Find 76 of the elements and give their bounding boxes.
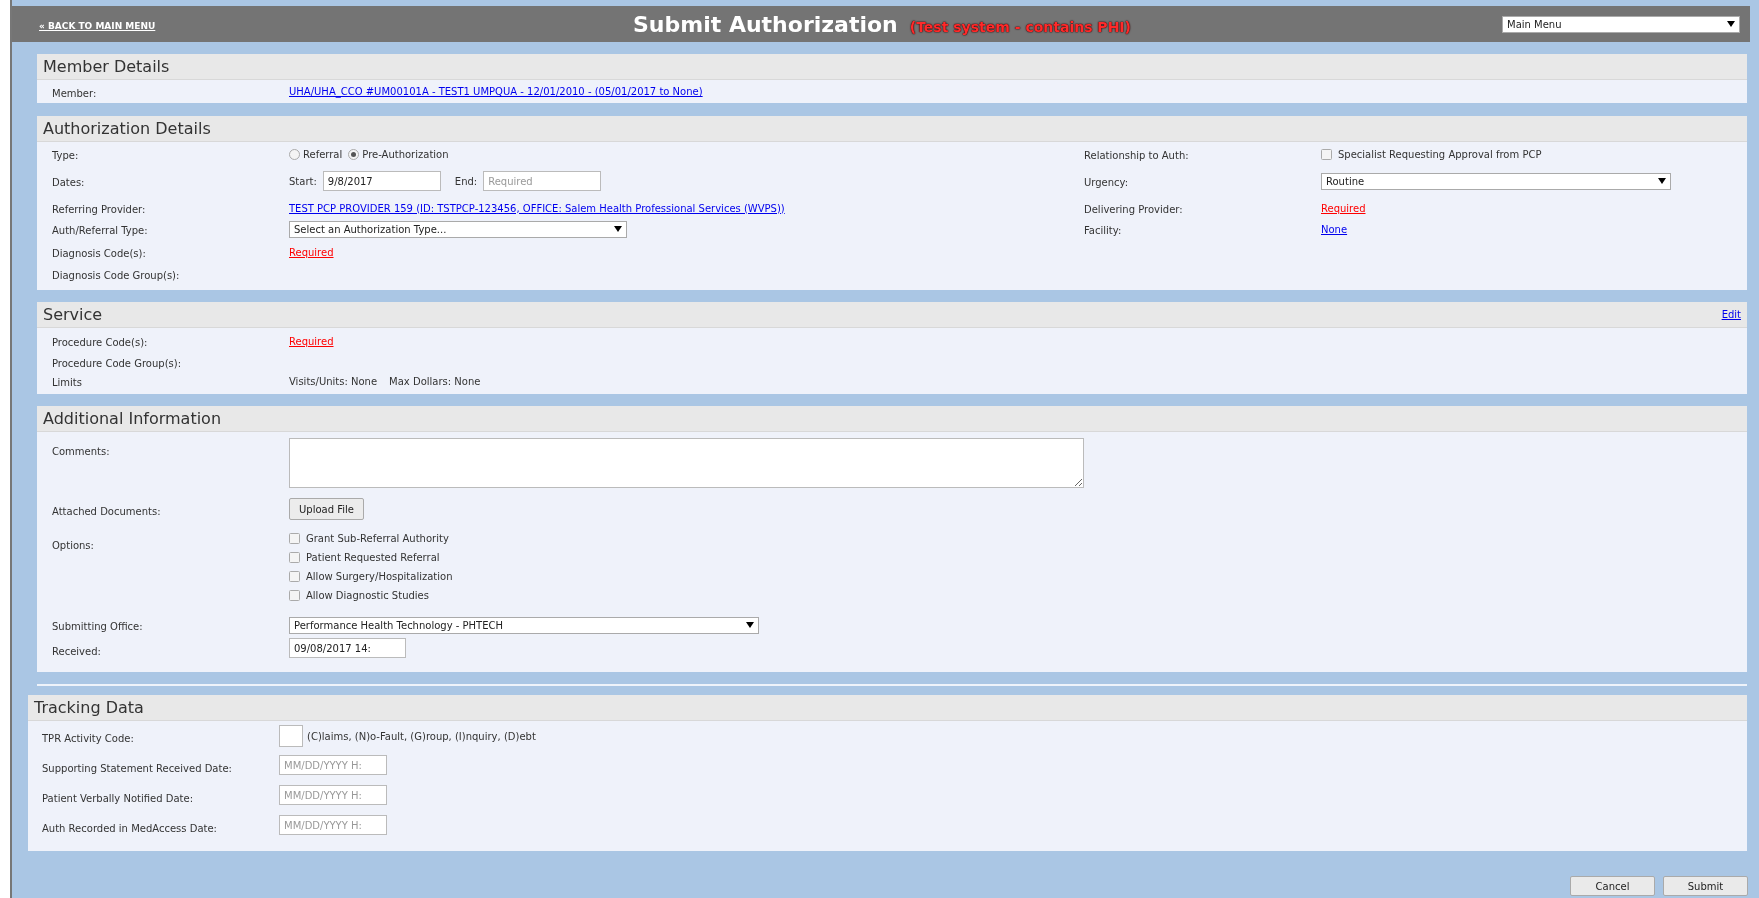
value-link[interactable]: None bbox=[1321, 221, 1348, 237]
field-label: Procedure Code Group(s): bbox=[52, 358, 182, 369]
checkbox-label: Specialist Requesting Approval from PCP bbox=[1338, 147, 1542, 162]
field-label: Delivering Provider: bbox=[1084, 204, 1183, 215]
radio-label: Pre-Authorization bbox=[362, 147, 449, 162]
required-link[interactable]: Required bbox=[1321, 200, 1366, 216]
radio-button[interactable] bbox=[348, 148, 360, 160]
caret-icon bbox=[746, 622, 754, 628]
field-label: Supporting Statement Received Date: bbox=[42, 763, 232, 774]
end-date-field[interactable]: Required bbox=[483, 171, 602, 191]
form-button[interactable]: Cancel bbox=[1570, 876, 1655, 896]
field-label: Options: bbox=[52, 540, 94, 551]
field-label: Diagnosis Code(s): bbox=[52, 248, 146, 259]
field-label: Auth Recorded in MedAccess Date: bbox=[42, 823, 217, 834]
comments-field[interactable] bbox=[289, 438, 1084, 488]
field-label: Dates: bbox=[52, 177, 85, 188]
required-link[interactable]: Required bbox=[289, 244, 334, 260]
checkbox-label: Patient Requested Referral bbox=[306, 551, 440, 565]
field-label: Facility: bbox=[1084, 225, 1122, 236]
radio-label: Referral bbox=[303, 147, 343, 162]
authorization-type-select[interactable]: Select an Authorization Type... bbox=[289, 220, 627, 238]
section-title: Member Details bbox=[43, 55, 170, 78]
checkbox[interactable] bbox=[289, 571, 300, 582]
submitting-office-select[interactable]: Performance Health Technology - PHTECH bbox=[289, 616, 759, 634]
field-label: Diagnosis Code Group(s): bbox=[52, 270, 180, 281]
checkbox-label: Allow Surgery/Hospitalization bbox=[306, 570, 453, 584]
value-link[interactable]: TEST PCP PROVIDER 159 (ID: TSTPCP-123456, OFFICE: Salem Health Professional Services (WVPS)) bbox=[289, 200, 785, 216]
form-button[interactable]: Submit bbox=[1663, 876, 1748, 896]
limit-text: Visits/Units: None bbox=[289, 374, 378, 389]
section-title: Additional Information bbox=[43, 407, 222, 430]
field-label: Referring Provider: bbox=[52, 204, 146, 215]
urgency-select[interactable]: Routine bbox=[1321, 172, 1671, 190]
date-field[interactable]: MM/DD/YYYY H: bbox=[279, 815, 387, 835]
field-label: Procedure Code(s): bbox=[52, 337, 148, 348]
received-date-field[interactable]: 09/08/2017 14: bbox=[289, 638, 406, 658]
field-label: TPR Activity Code: bbox=[42, 733, 134, 744]
activity-code-field[interactable] bbox=[279, 725, 303, 747]
checkbox-label: Allow Diagnostic Studies bbox=[306, 589, 429, 603]
field-label: Urgency: bbox=[1084, 177, 1129, 188]
main-menu-select[interactable]: Main Menu bbox=[1502, 15, 1740, 33]
date-field[interactable]: MM/DD/YYYY H: bbox=[279, 785, 387, 805]
field-label: Comments: bbox=[52, 446, 110, 457]
section-title: Authorization Details bbox=[43, 117, 211, 140]
page-title: Submit Authorization bbox=[633, 10, 898, 39]
section-title: Service bbox=[43, 303, 103, 326]
field-label: Limits bbox=[52, 377, 82, 388]
section-title: Tracking Data bbox=[34, 696, 144, 719]
field-label: Patient Verbally Notified Date: bbox=[42, 793, 193, 804]
date-field[interactable]: MM/DD/YYYY H: bbox=[279, 755, 387, 775]
checkbox[interactable] bbox=[289, 590, 300, 601]
checkbox[interactable] bbox=[289, 533, 300, 544]
caret-icon bbox=[1727, 21, 1735, 27]
field-label: End: bbox=[454, 174, 478, 189]
caret-icon bbox=[1658, 178, 1666, 184]
checkbox[interactable] bbox=[289, 552, 300, 563]
required-link[interactable]: Required bbox=[289, 333, 334, 349]
field-label: Submitting Office: bbox=[52, 621, 143, 632]
field-label: Attached Documents: bbox=[52, 506, 161, 517]
limit-text: Max Dollars: None bbox=[389, 374, 481, 389]
back-link[interactable]: « BACK TO MAIN MENU bbox=[39, 21, 156, 31]
activity-code-hint: (C)laims, (N)o-Fault, (G)roup, (I)nquiry, (D)ebt bbox=[307, 729, 536, 744]
field-label: Member: bbox=[52, 87, 97, 99]
field-label: Start: bbox=[289, 174, 317, 189]
field-label: Auth/Referral Type: bbox=[52, 225, 148, 236]
value-link[interactable]: UHA/UHA_CCO #UM00101A - TEST1 UMPQUA - 12/01/2010 - (05/01/2017 to None) bbox=[289, 84, 703, 99]
caret-icon bbox=[614, 226, 622, 232]
upload-file-button[interactable]: Upload File bbox=[289, 498, 364, 520]
field-label: Type: bbox=[52, 150, 79, 161]
field-label: Relationship to Auth: bbox=[1084, 150, 1189, 161]
checkbox[interactable] bbox=[1321, 148, 1332, 160]
radio-button[interactable] bbox=[289, 148, 300, 160]
test-system-notice: (Test system - contains PHI) bbox=[909, 17, 1131, 37]
field-label: Received: bbox=[52, 646, 101, 657]
start-date-field[interactable]: 9/8/2017 bbox=[322, 171, 441, 191]
value-link[interactable]: Edit bbox=[1721, 307, 1741, 322]
checkbox-label: Grant Sub-Referral Authority bbox=[306, 532, 449, 546]
